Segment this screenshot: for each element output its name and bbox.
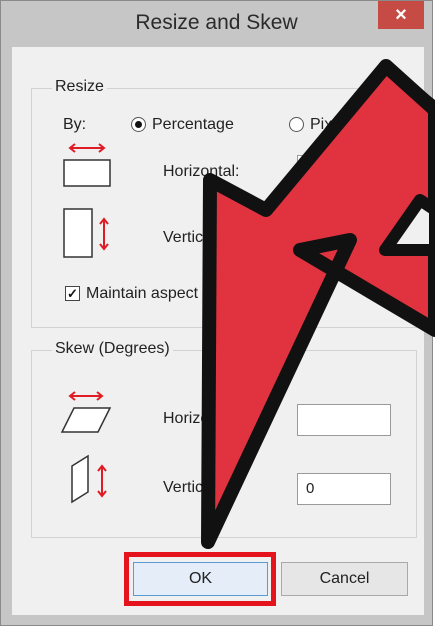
- horizontal-skew-icon: [60, 391, 112, 433]
- percentage-radio[interactable]: [131, 117, 146, 132]
- skew-horizontal-label: Horizontal:: [163, 410, 240, 427]
- pixels-radio[interactable]: [289, 117, 304, 132]
- title-bar[interactable]: Resize and Skew ×: [1, 1, 432, 47]
- skew-horizontal-input[interactable]: [297, 404, 391, 436]
- by-label: By:: [63, 116, 87, 133]
- close-button[interactable]: ×: [378, 1, 424, 29]
- pixels-label[interactable]: Pixels: [310, 116, 353, 134]
- dialog-title: Resize and Skew: [135, 11, 298, 34]
- resize-vertical-label: Vertical:: [163, 229, 220, 246]
- vertical-skew-icon: [71, 454, 107, 504]
- maintain-aspect-label[interactable]: Maintain aspect ratio: [86, 285, 234, 303]
- skew-legend: Skew (Degrees): [52, 340, 173, 358]
- percentage-label[interactable]: Percentage: [152, 116, 234, 134]
- resize-legend: Resize: [52, 78, 107, 96]
- cancel-button[interactable]: Cancel: [281, 562, 408, 596]
- skew-vertical-label: Vertical:: [163, 479, 220, 496]
- horizontal-resize-icon: [63, 143, 111, 187]
- ok-highlight-box: [124, 552, 276, 606]
- resize-horizontal-input[interactable]: 50: [297, 155, 391, 187]
- vertical-resize-icon: [63, 208, 109, 258]
- skew-vertical-input[interactable]: 0: [297, 473, 391, 505]
- resize-horizontal-label: Horizontal:: [163, 163, 240, 180]
- maintain-aspect-checkbox[interactable]: ✓: [65, 286, 80, 301]
